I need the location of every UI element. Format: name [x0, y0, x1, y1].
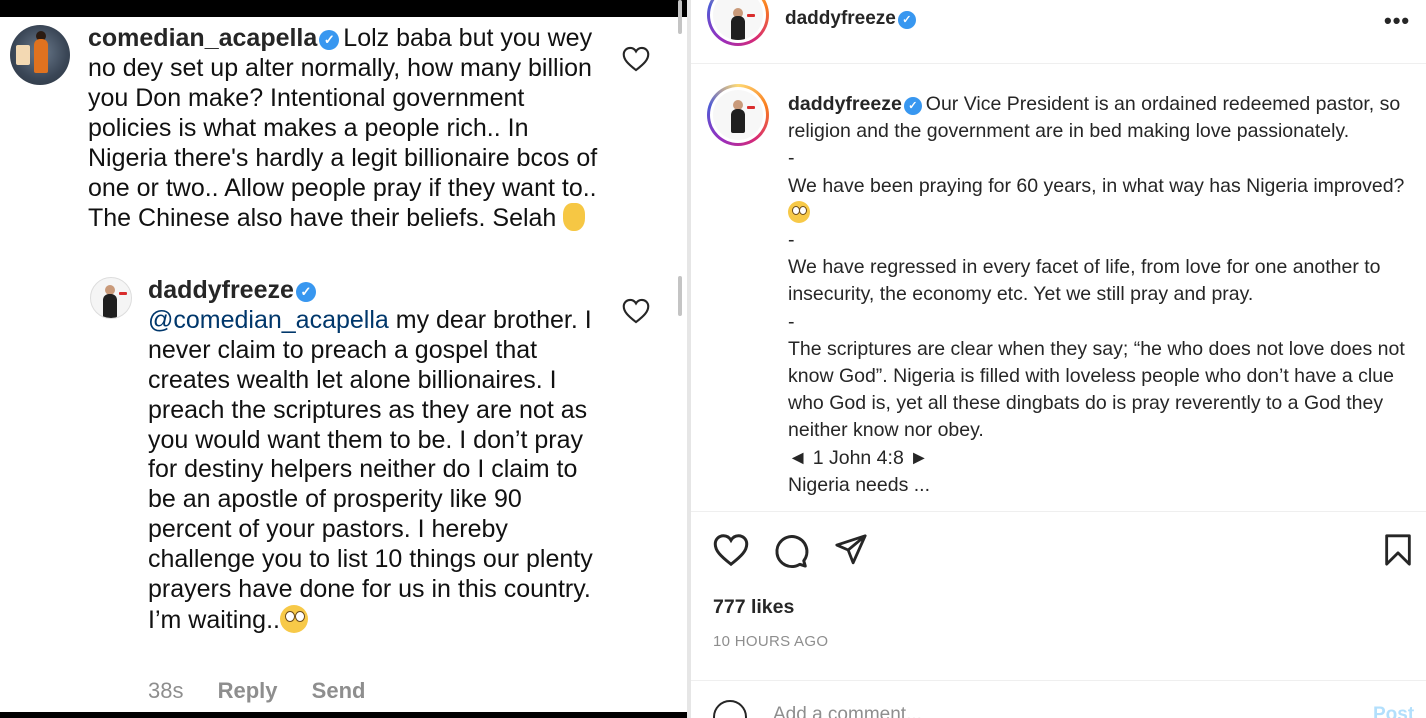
daddyfreeze-reply-avatar[interactable]	[90, 277, 132, 319]
scrollbar-thumb-top[interactable]	[678, 0, 682, 34]
comment-text: Lolz baba but you wey no dey set up alte…	[88, 24, 598, 233]
reply-meta-row: 38s Reply Send	[148, 678, 393, 704]
post-screenshot: daddyfreeze ✓ ••• daddyfreeze ✓ Our Vice Pr…	[691, 0, 1426, 718]
verified-badge-icon: ✓	[295, 282, 316, 302]
top-black-bar	[0, 0, 687, 17]
header-username[interactable]: daddyfreeze ✓	[785, 8, 920, 30]
reply-text: my dear brother. I never claim to preach…	[148, 305, 593, 634]
more-options-button[interactable]: •••	[1384, 8, 1410, 34]
reply-like-heart-icon[interactable]	[622, 298, 650, 324]
caption-paragraph-2: We have been praying for 60 years, in wh…	[788, 174, 1405, 197]
comment-icon[interactable]	[773, 533, 809, 569]
bottom-black-bar	[0, 712, 687, 718]
header-avatar-ring[interactable]	[707, 0, 769, 46]
caption-dash: -	[788, 147, 795, 170]
add-comment-input[interactable]: Add a comment...	[773, 704, 922, 718]
bookmark-icon[interactable]	[1383, 533, 1413, 567]
caption-username[interactable]: daddyfreeze	[788, 93, 902, 115]
eye-roll-emoji-icon	[788, 200, 810, 223]
comments-screenshot: comedian_acapella ✓ Lolz baba but you wey …	[0, 0, 687, 718]
comedian-acapella-avatar[interactable]	[10, 25, 70, 85]
reply-body: daddyfreeze ✓ @comedian_acapella my dear …	[148, 276, 598, 636]
avatar-sign	[16, 45, 30, 65]
caption-avatar	[713, 90, 763, 140]
caption-dash: -	[788, 229, 795, 252]
header-separator	[691, 63, 1426, 64]
caption-text: daddyfreeze ✓ Our Vice President is an ord…	[788, 91, 1408, 499]
caption-separator	[691, 511, 1426, 512]
reply-mention-link[interactable]: @comedian_acapella	[148, 306, 389, 334]
verified-badge-icon: ✓	[897, 11, 916, 29]
victory-hand-emoji-icon	[563, 203, 586, 232]
verified-badge-icon: ✓	[903, 97, 922, 115]
caption-avatar-ring[interactable]	[707, 84, 769, 146]
comment-box-separator	[691, 680, 1426, 681]
caption-paragraph-4: The scriptures are clear when they say; …	[788, 337, 1405, 442]
send-button[interactable]: Send	[312, 678, 366, 703]
caption-dash: -	[788, 310, 795, 333]
verified-badge-icon: ✓	[319, 30, 340, 50]
header-username-text[interactable]: daddyfreeze	[785, 8, 896, 29]
eye-roll-emoji-icon	[279, 604, 308, 633]
caption-verse: ◄ 1 John 4:8 ►	[788, 446, 929, 469]
likes-count[interactable]: 777 likes	[713, 596, 794, 619]
reply-button[interactable]: Reply	[218, 678, 278, 703]
reply-username[interactable]: daddyfreeze	[148, 276, 294, 304]
share-icon[interactable]	[833, 533, 869, 567]
emoji-picker-icon[interactable]	[713, 700, 747, 718]
avatar-logo-mark	[119, 292, 127, 295]
caption-scroll-area[interactable]: daddyfreeze ✓ Our Vice President is an ord…	[788, 91, 1408, 510]
comment-like-heart-icon[interactable]	[622, 46, 650, 72]
post-comment-button[interactable]: Post	[1373, 704, 1414, 718]
caption-paragraph-3: We have regressed in every facet of life…	[788, 256, 1386, 306]
avatar-figure	[34, 39, 48, 73]
post-time-ago: 10 HOURS AGO	[713, 633, 829, 650]
like-heart-icon[interactable]	[713, 533, 749, 567]
scrollbar-thumb[interactable]	[678, 276, 682, 316]
caption-cut-line: Nigeria needs ...	[788, 473, 930, 496]
comment-body: comedian_acapella ✓ Lolz baba but you wey …	[88, 24, 598, 234]
avatar-figure	[103, 294, 117, 318]
comment-username[interactable]: comedian_acapella	[88, 24, 317, 52]
reply-timestamp: 38s	[148, 678, 184, 703]
